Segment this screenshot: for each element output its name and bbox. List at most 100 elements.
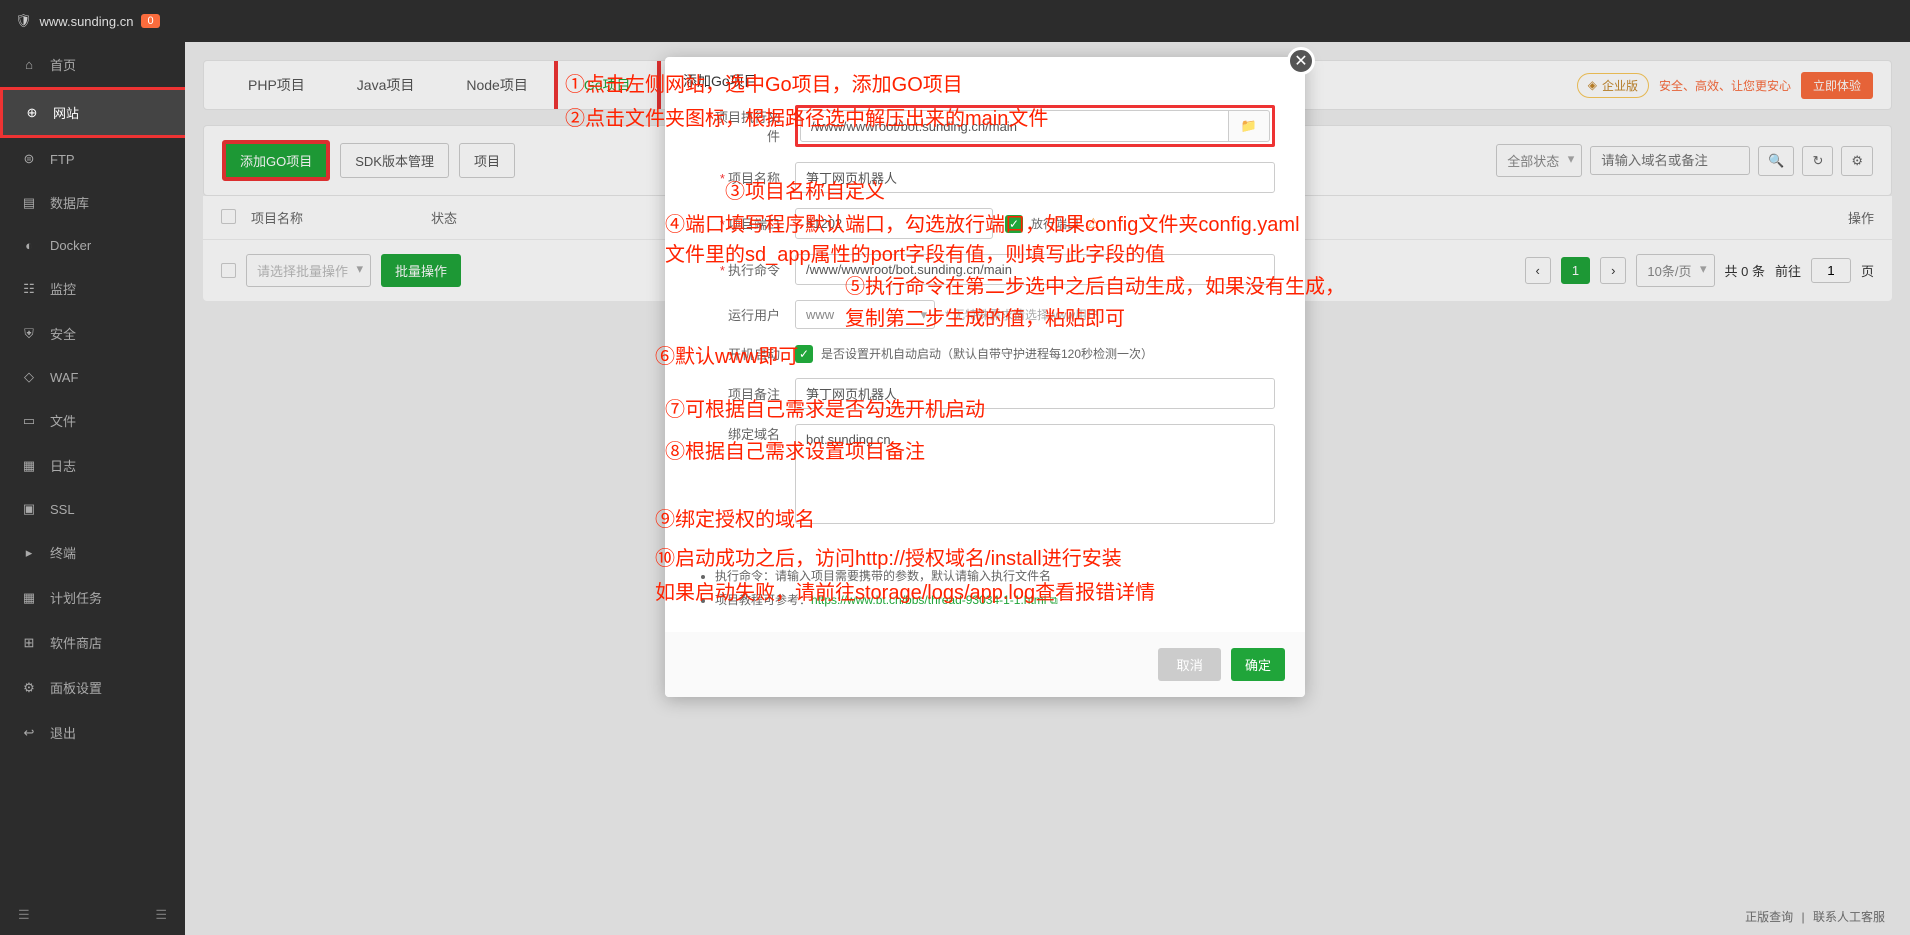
sidebar-item-security[interactable]: ⛨安全 (0, 311, 185, 356)
row-checkbox[interactable] (221, 263, 236, 278)
sidebar-item-monitor[interactable]: ☷监控 (0, 266, 185, 311)
sidebar-label: 终端 (50, 543, 76, 562)
sidebar-item-cron[interactable]: ▦ 计划任务 (0, 575, 185, 620)
sidebar-item-logout[interactable]: ↩ 退出 (0, 710, 185, 755)
recycle-button[interactable]: 项目 (459, 143, 515, 178)
label-boot: 开机启动 (695, 344, 795, 363)
tab-node[interactable]: Node项目 (440, 61, 553, 109)
label-user: 运行用户 (695, 305, 795, 324)
sidebar-label: 首页 (50, 55, 76, 74)
page-number[interactable]: 1 (1561, 257, 1590, 284)
refresh-icon[interactable]: ↻ (1802, 146, 1833, 176)
user-select[interactable]: www (795, 300, 935, 329)
try-now-button[interactable]: 立即体验 (1801, 72, 1873, 99)
sidebar-item-settings[interactable]: ⚙ 面板设置 (0, 665, 185, 710)
total-count: 共 0 条 (1725, 261, 1765, 280)
status-filter-select[interactable]: 全部状态 (1496, 144, 1582, 177)
sidebar: ⌂ 首页 ⊕网站 ⊜ FTP ▤数据库 ◐ Docker ☷监控 ⛨安全 ◇WAF ▭… (0, 42, 185, 935)
project-name-input[interactable] (795, 162, 1275, 193)
docker-icon: ◐ (20, 238, 38, 253)
sidebar-label: 计划任务 (50, 588, 102, 607)
domain-textarea[interactable]: bot.sunding.cn (795, 424, 1275, 524)
sidebar-item-terminal[interactable]: ▸ 终端 (0, 530, 185, 575)
ftp-icon: ⊜ (20, 151, 38, 167)
search-icon[interactable]: 🔍 (1758, 146, 1794, 176)
globe-icon: ⊕ (23, 105, 41, 121)
tab-java[interactable]: Java项目 (331, 61, 441, 109)
add-go-project-button[interactable]: 添加GO项目 (222, 140, 330, 181)
logout-icon: ↩ (20, 725, 38, 741)
goto-label: 前往 (1775, 261, 1801, 280)
label-domain: 绑定域名 (695, 424, 795, 443)
goto-page-input[interactable] (1811, 258, 1851, 283)
sidebar-item-ssl[interactable]: ▣SSL (0, 488, 185, 530)
tutorial-link[interactable]: https://www.bt.cn/bbs/thread-93034-1-1.h… (811, 593, 1046, 607)
collapse-left-icon[interactable]: ☰ (18, 907, 30, 923)
sidebar-item-docker[interactable]: ◐ Docker (0, 225, 185, 266)
label-exec: *项目执行文件 (695, 107, 795, 145)
waf-icon: ◇ (20, 369, 38, 385)
sidebar-item-home[interactable]: ⌂ 首页 (0, 42, 185, 87)
enterprise-badge[interactable]: ◈企业版 (1577, 73, 1649, 98)
sidebar-label: 退出 (50, 723, 76, 742)
sidebar-item-ftp[interactable]: ⊜ FTP (0, 138, 185, 180)
sidebar-item-website[interactable]: ⊕网站 (0, 87, 185, 138)
tab-php[interactable]: PHP项目 (222, 61, 331, 109)
prev-page-button[interactable]: ‹ (1525, 257, 1551, 284)
ssl-icon: ▣ (20, 501, 38, 517)
page-unit: 页 (1861, 261, 1874, 280)
note-input[interactable] (795, 378, 1275, 409)
sidebar-item-store[interactable]: ⊞软件商店 (0, 620, 185, 665)
sidebar-label: 软件商店 (50, 633, 102, 652)
batch-select[interactable]: 请选择批量操作 (246, 254, 371, 287)
allow-port-checkbox[interactable]: ✓ (1005, 215, 1023, 233)
sdk-version-button[interactable]: SDK版本管理 (340, 143, 449, 178)
tab-go[interactable]: Go项目 (554, 61, 661, 109)
sidebar-item-waf[interactable]: ◇WAF (0, 356, 185, 398)
batch-action-button[interactable]: 批量操作 (381, 254, 461, 287)
db-icon: ▤ (20, 195, 38, 211)
close-icon[interactable]: ✕ (1287, 47, 1315, 75)
cancel-button[interactable]: 取消 (1158, 648, 1221, 681)
main-content: PHP项目 Java项目 Node项目 Go项目 Python项目 Net项目 … (185, 42, 1910, 935)
select-all-checkbox[interactable] (221, 209, 236, 224)
folder-icon[interactable]: 📁 (1229, 110, 1270, 142)
sidebar-label: 安全 (50, 324, 76, 343)
cmd-input[interactable] (795, 254, 1275, 285)
port-input[interactable] (795, 208, 993, 239)
footer-verify[interactable]: 正版查询 (1745, 910, 1793, 924)
confirm-button[interactable]: 确定 (1231, 648, 1285, 681)
exec-file-input[interactable] (800, 110, 1229, 142)
home-icon: ⌂ (20, 57, 38, 72)
allow-port-label: 放行端口 (1031, 215, 1079, 232)
sidebar-label: FTP (50, 152, 75, 167)
sidebar-item-logs[interactable]: ▦日志 (0, 443, 185, 488)
sidebar-item-files[interactable]: ▭文件 (0, 398, 185, 443)
label-note: 项目备注 (695, 384, 795, 403)
collapse-right-icon[interactable]: ☰ (155, 907, 167, 923)
footer-links: 正版查询 | 联系人工客服 (1740, 908, 1890, 925)
cron-icon: ▦ (20, 590, 38, 606)
settings-icon[interactable]: ⚙ (1841, 146, 1873, 176)
col-name: 项目名称 (251, 208, 431, 227)
sidebar-label: Docker (50, 238, 91, 253)
user-hint: * 无特殊需求请选择www用户 (945, 306, 1099, 323)
col-ssl: SSL证书 (1221, 208, 1814, 227)
next-page-button[interactable]: › (1600, 257, 1626, 284)
per-page-select[interactable]: 10条/页 (1636, 254, 1714, 287)
add-go-modal: ✕ 添加Go项目 *项目执行文件 📁 *项目名称 *项目端口 (665, 57, 1305, 697)
sidebar-label: 面板设置 (50, 678, 102, 697)
label-port: *项目端口 (695, 214, 795, 233)
search-input[interactable] (1590, 146, 1750, 175)
footer-support[interactable]: 联系人工客服 (1813, 910, 1885, 924)
modal-title: 添加Go项目 (683, 71, 758, 91)
terminal-icon: ▸ (20, 545, 38, 561)
sidebar-item-database[interactable]: ▤数据库 (0, 180, 185, 225)
autostart-checkbox[interactable]: ✓ (795, 345, 813, 363)
monitor-icon: ☷ (20, 281, 38, 297)
tip-cmd: 执行命令：请输入项目需要携带的参数，默认请输入执行文件名 (715, 564, 1275, 588)
log-icon: ▦ (20, 458, 38, 474)
gear-icon: ⚙ (20, 680, 38, 696)
folder-icon: ▭ (20, 413, 38, 429)
notif-badge[interactable]: 0 (141, 14, 159, 28)
